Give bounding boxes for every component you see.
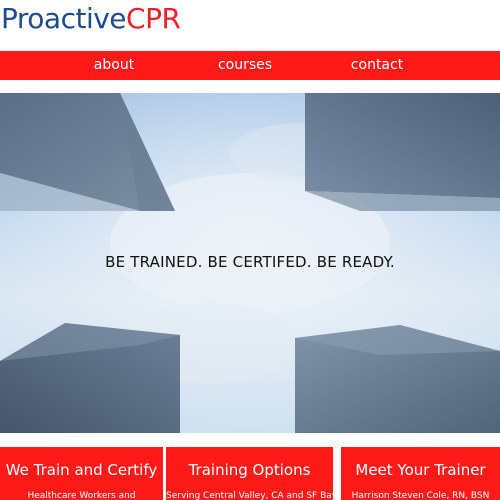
page: ProactiveCPR about courses contact BE TR… [0,0,500,500]
card-meet-your-trainer[interactable]: Meet Your Trainer Harrison Steven Cole, … [341,447,500,500]
card-title: Meet Your Trainer [355,461,486,479]
card-title: Training Options [188,461,311,479]
logo-text-proactive: Proactive [1,2,127,35]
hero-tagline: BE TRAINED. BE CERTIFED. BE READY. [105,253,395,271]
info-cards: We Train and Certify Healthcare Workers … [0,447,500,500]
card-title: We Train and Certify [5,461,158,479]
card-training-options[interactable]: Training Options Serving Central Valley,… [166,447,333,500]
nav-link-courses[interactable]: courses [218,51,272,80]
nav-link-contact[interactable]: contact [351,51,403,80]
hero-image: BE TRAINED. BE CERTIFED. BE READY. [0,93,500,433]
nav-link-about[interactable]: about [94,51,134,80]
site-logo[interactable]: ProactiveCPR [1,0,181,40]
main-nav: about courses contact [0,51,500,80]
card-text: Serving Central Valley, CA and SF Bay [166,491,333,500]
card-text: Healthcare Workers and [27,491,136,500]
card-we-train-and-certify[interactable]: We Train and Certify Healthcare Workers … [0,447,163,500]
card-text: Harrison Steven Cole, RN, BSN [351,491,490,500]
logo-text-cpr: CPR [126,2,181,35]
